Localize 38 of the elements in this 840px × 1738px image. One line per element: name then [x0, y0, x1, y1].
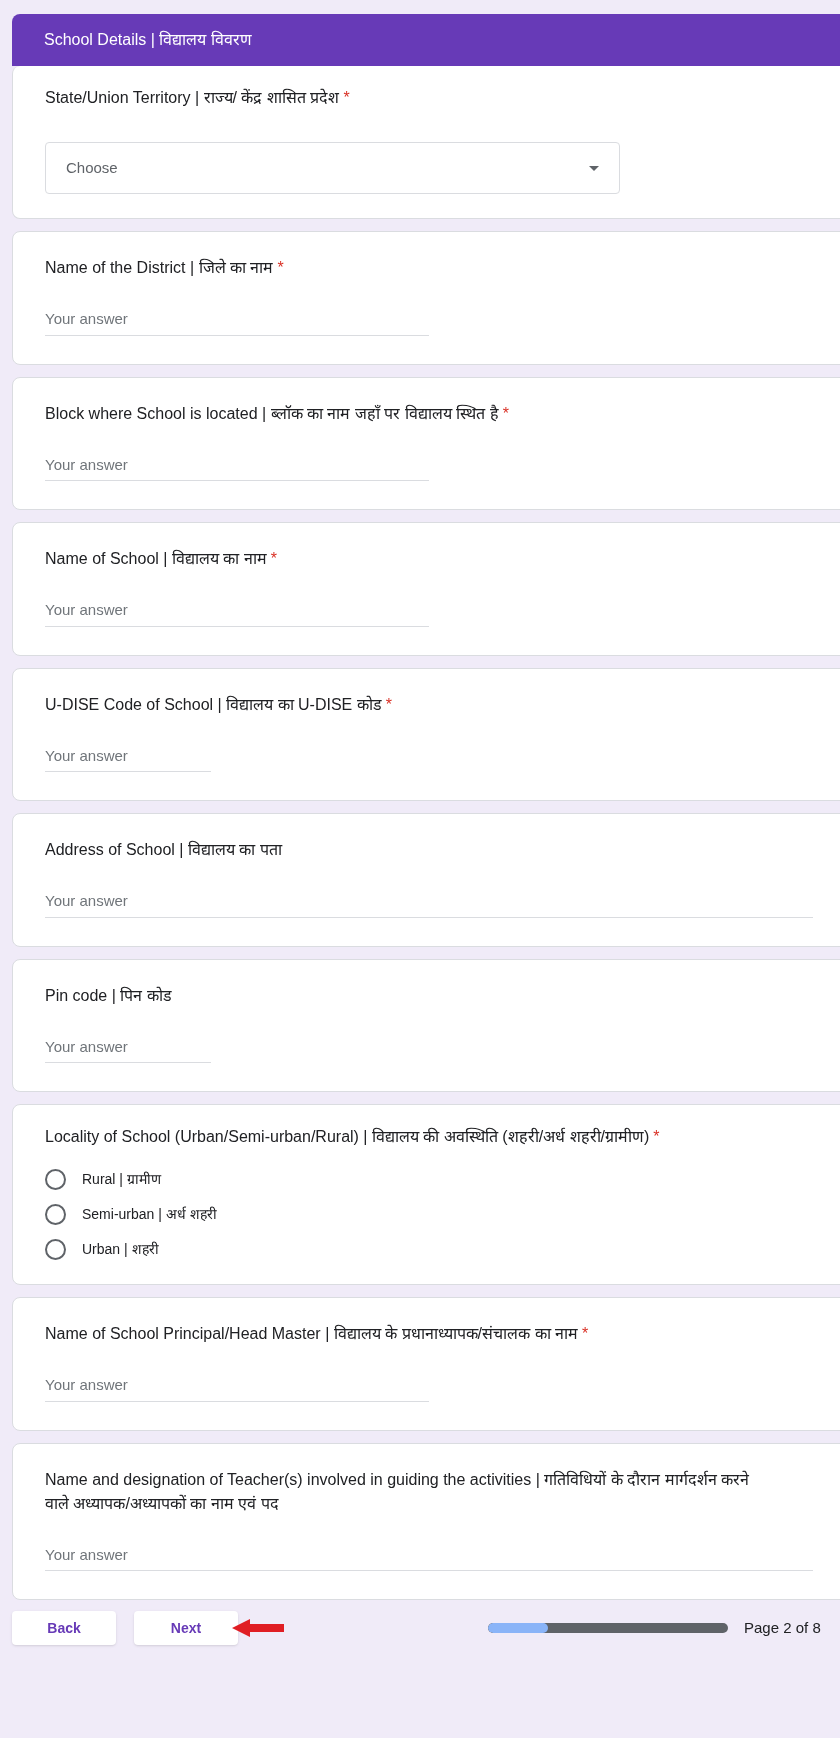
required-asterisk: *: [385, 695, 392, 713]
question-title: Name of School Principal/Head Master | विद्यालय के प्रधानाध्यापक/संचालक का नाम: [45, 1325, 578, 1342]
answer-field[interactable]: Your answer: [45, 453, 429, 481]
next-button[interactable]: Next: [134, 1611, 238, 1645]
question-title: Locality of School (Urban/Semi-urban/Rural) | विद्यालय की अवस्थिति (शहरी/अर्ध शहरी/ग्रामीण): [45, 1128, 650, 1145]
required-asterisk: *: [653, 1128, 660, 1145]
answer-field[interactable]: Your answer: [45, 890, 813, 918]
question-title: Name and designation of Teacher(s) involved in guiding the activities | गतिविधियों के दौरान मार्गदर्शन करने वाले अध्यापक/अध्यापकों का नाम एवं पद: [45, 1470, 750, 1512]
required-asterisk: *: [581, 1325, 589, 1342]
question-title: State/Union Territory | राज्य/ केंद्र शासित प्रदेश: [45, 89, 340, 106]
radio-button[interactable]: [45, 1169, 66, 1190]
option-label: Semi-urban | अर्ध शहरी: [82, 1205, 217, 1224]
required-asterisk: *: [277, 259, 284, 276]
radio-button[interactable]: [45, 1239, 66, 1260]
option-label: Rural | ग्रामीण: [82, 1170, 161, 1189]
answer-field[interactable]: Your answer: [45, 599, 429, 627]
answer-field[interactable]: Your answer: [45, 1374, 429, 1402]
state-dropdown[interactable]: Choose: [45, 142, 620, 194]
answer-field[interactable]: Your answer: [45, 1543, 813, 1571]
question-title: Pin code | पिन कोड: [45, 986, 172, 1004]
answer-field[interactable]: Your answer: [45, 744, 211, 772]
answer-field[interactable]: Your answer: [45, 1035, 211, 1063]
required-asterisk: *: [343, 89, 350, 106]
question-title: U-DISE Code of School | विद्यालय का U-DISE कोड: [45, 695, 382, 713]
caret-icon: [589, 165, 599, 171]
required-asterisk: *: [270, 550, 277, 567]
required-asterisk: *: [502, 404, 509, 422]
question-title: Block where School is located | ब्लॉक का नाम जहाँ पर विद्यालय स्थित है: [45, 404, 499, 422]
radio-button[interactable]: [45, 1204, 66, 1225]
question-title: Name of School | विद्यालय का नाम: [45, 550, 267, 567]
option-label: Urban | शहरी: [82, 1240, 159, 1259]
back-button[interactable]: Back: [12, 1611, 116, 1645]
question-title: Name of the District | जिले का नाम: [45, 259, 274, 276]
section-title: School Details | विद्यालय विवरण: [44, 29, 252, 50]
page-indicator: Page 2 of 8: [744, 1617, 821, 1638]
question-title: Address of School | विद्यालय का पता: [45, 841, 282, 858]
answer-field[interactable]: Your answer: [45, 308, 429, 336]
arrow-icon: [232, 1619, 284, 1637]
